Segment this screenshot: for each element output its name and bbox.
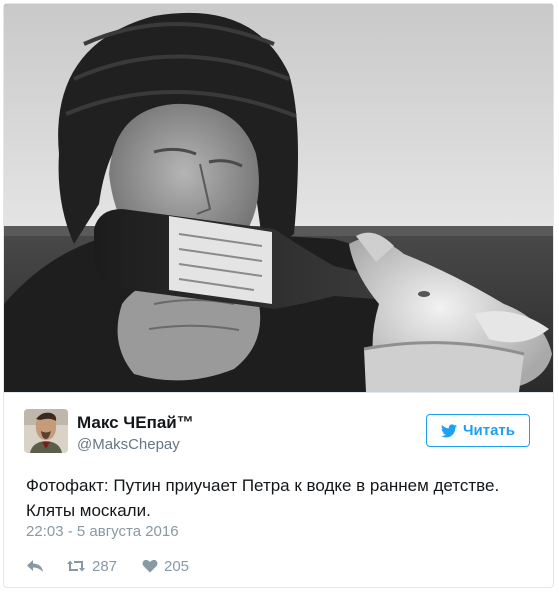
avatar[interactable] (24, 409, 68, 453)
reply-icon (26, 559, 44, 573)
heart-icon (142, 559, 158, 573)
retweet-icon (66, 559, 86, 573)
like-count: 205 (164, 557, 190, 575)
photo-image (4, 4, 553, 392)
follow-label: Читать (462, 422, 516, 439)
tweet-timestamp[interactable]: 22:03 - 5 августа 2016 (26, 523, 179, 540)
author-name[interactable]: Макс ЧЕпай™ (77, 413, 194, 433)
retweet-button[interactable]: 287 (66, 558, 142, 575)
like-button[interactable]: 205 (142, 558, 189, 575)
tweet-photo[interactable] (4, 4, 553, 392)
follow-button[interactable]: Читать (426, 414, 530, 447)
reply-button[interactable] (26, 559, 66, 573)
tweet-text: Фотофакт: Путин приучает Петра к водке в… (26, 476, 500, 520)
retweet-count: 287 (92, 557, 118, 575)
twitter-bird-icon (440, 423, 457, 438)
tweet-actions: 287 205 (26, 555, 189, 577)
tweet-body: Макс ЧЕпай™ @MaksChepay Читать Фотофакт:… (4, 392, 553, 587)
avatar-image (24, 409, 68, 453)
author-handle[interactable]: @MaksChepay (77, 436, 180, 453)
tweet-card: Макс ЧЕпай™ @MaksChepay Читать Фотофакт:… (3, 3, 554, 588)
